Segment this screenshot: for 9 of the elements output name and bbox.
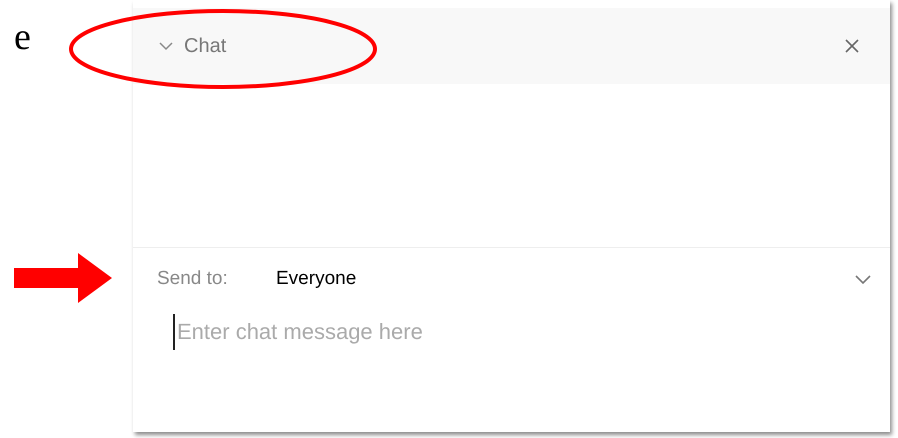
arrow-icon bbox=[14, 253, 112, 303]
document-text: e bbox=[14, 16, 31, 58]
send-to-label: Send to: bbox=[157, 266, 229, 291]
collapse-toggle[interactable]: Chat bbox=[158, 31, 226, 61]
send-to-value: Everyone bbox=[276, 266, 356, 291]
message-input[interactable]: Enter chat message here bbox=[173, 314, 673, 350]
close-icon[interactable] bbox=[844, 38, 860, 54]
send-to-dropdown[interactable]: Send to: Everyone bbox=[133, 248, 890, 310]
chevron-icon bbox=[854, 274, 872, 284]
